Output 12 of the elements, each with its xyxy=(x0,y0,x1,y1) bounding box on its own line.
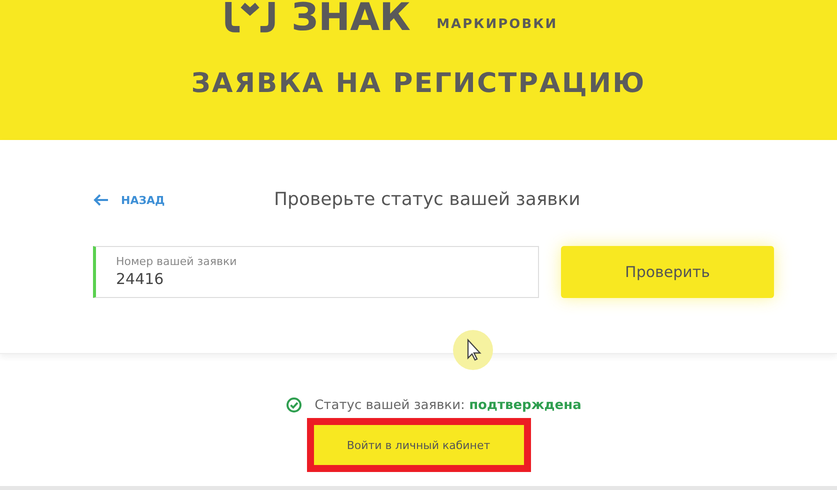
back-link[interactable]: НАЗАД xyxy=(93,194,274,206)
status-text: Статус вашей заявки: подтверждена xyxy=(314,398,582,412)
check-button[interactable]: Проверить xyxy=(561,246,774,298)
page-title: ЗАЯВКА НА РЕГИСТРАЦИЮ xyxy=(191,67,646,101)
check-circle-icon xyxy=(286,397,302,413)
request-number-field[interactable]: Номер вашей заявки 24416 xyxy=(93,246,539,298)
back-arrow-icon xyxy=(93,194,109,206)
logo-word: ЗНАК xyxy=(291,0,411,34)
form-heading: Проверьте статус вашей заявки xyxy=(274,188,580,212)
logo-caption: МАРКИРОВКИ xyxy=(436,17,558,34)
login-button[interactable]: Войти в личный кабинет xyxy=(314,425,524,465)
cursor-icon xyxy=(452,329,494,371)
